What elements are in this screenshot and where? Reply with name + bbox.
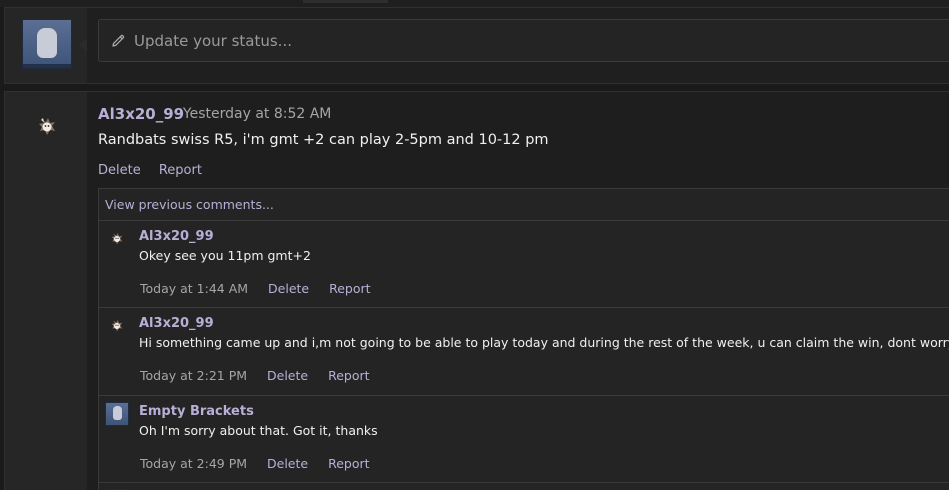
comment-report-link[interactable]: Report bbox=[328, 456, 369, 471]
comments-list: View previous comments... Al3x20_99 Okey… bbox=[98, 188, 949, 490]
status-input[interactable]: Update your status... bbox=[98, 19, 949, 62]
avatar-figure bbox=[37, 28, 57, 58]
comment-text: Hi something came up and i,m not going t… bbox=[139, 335, 949, 350]
comment-report-link[interactable]: Report bbox=[328, 368, 369, 383]
post-author[interactable]: Al3x20_99 bbox=[98, 105, 184, 123]
comment-item: Al3x20_99 Hi something came up and i,m n… bbox=[99, 308, 949, 396]
tab-highlight bbox=[303, 0, 388, 3]
comment-delete-link[interactable]: Delete bbox=[267, 456, 308, 471]
comment-meta: Today at 1:44 AM Delete Report bbox=[140, 281, 387, 296]
comment-timestamp[interactable]: Today at 2:49 PM bbox=[140, 456, 247, 471]
author-avatar[interactable] bbox=[35, 115, 59, 139]
comment-author[interactable]: Al3x20_99 bbox=[139, 229, 214, 244]
post-text: Randbats swiss R5, i'm gmt +2 can play 2… bbox=[98, 132, 549, 148]
comment-report-link[interactable]: Report bbox=[329, 281, 370, 296]
comment-author[interactable]: Empty Brackets bbox=[139, 404, 254, 419]
comment-text: Okey see you 11pm gmt+2 bbox=[139, 248, 311, 263]
avatar-figure bbox=[113, 406, 122, 420]
post-actions: Delete Report bbox=[98, 163, 216, 178]
comment-author-avatar[interactable] bbox=[109, 231, 125, 247]
status-pointer bbox=[79, 38, 87, 52]
comment-timestamp[interactable]: Today at 1:44 AM bbox=[140, 281, 248, 296]
status-placeholder: Update your status... bbox=[134, 31, 292, 50]
pencil-icon bbox=[112, 34, 125, 47]
status-update-block: Update your status... bbox=[4, 7, 949, 84]
comment-item: Empty Brackets Oh I'm sorry about that. … bbox=[99, 396, 949, 483]
profile-post: Al3x20_99 · Yesterday at 8:52 AM Randbat… bbox=[4, 91, 949, 490]
profile-feed: Update your status... Al3x20_99 · Yester… bbox=[0, 0, 949, 490]
comment-item-partial bbox=[99, 483, 949, 490]
comment-meta: Today at 2:21 PM Delete Report bbox=[140, 368, 386, 383]
comment-delete-link[interactable]: Delete bbox=[268, 281, 309, 296]
comment-author-avatar[interactable] bbox=[109, 318, 125, 334]
post-delete-link[interactable]: Delete bbox=[98, 163, 141, 178]
comment-author[interactable]: Al3x20_99 bbox=[139, 316, 214, 331]
current-user-avatar[interactable] bbox=[22, 19, 72, 69]
comment-meta: Today at 2:49 PM Delete Report bbox=[140, 456, 386, 471]
comment-delete-link[interactable]: Delete bbox=[267, 368, 308, 383]
comment-timestamp[interactable]: Today at 2:21 PM bbox=[140, 368, 247, 383]
comment-item: Al3x20_99 Okey see you 11pm gmt+2 Today … bbox=[99, 221, 949, 308]
comment-text: Oh I'm sorry about that. Got it, thanks bbox=[139, 423, 378, 438]
post-report-link[interactable]: Report bbox=[159, 163, 202, 178]
comment-author-avatar[interactable] bbox=[105, 402, 129, 426]
top-divider bbox=[0, 0, 949, 7]
post-timestamp[interactable]: · Yesterday at 8:52 AM bbox=[174, 106, 331, 122]
view-previous-comments-link[interactable]: View previous comments... bbox=[99, 189, 949, 221]
avatar-bar bbox=[23, 64, 71, 68]
